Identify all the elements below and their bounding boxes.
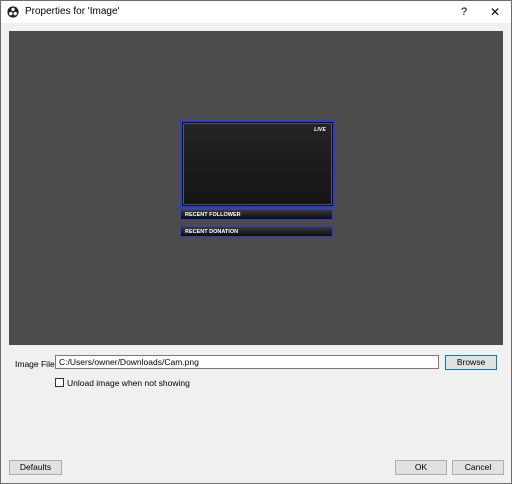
close-button[interactable]: ✕ — [483, 2, 507, 22]
image-file-label: Image File — [15, 359, 55, 369]
unload-image-checkbox-label[interactable]: Unload image when not showing — [67, 378, 190, 388]
image-preview: LIVE RECENT FOLLOWER RECENT DONATION — [9, 31, 503, 345]
recent-donation-bar: RECENT DONATION — [180, 226, 333, 237]
ok-button[interactable]: OK — [395, 460, 447, 475]
obs-app-icon — [7, 6, 19, 18]
title-bar: Properties for 'Image' ? ✕ — [1, 1, 511, 23]
window-title: Properties for 'Image' — [25, 6, 120, 17]
cam-overlay-inner: LIVE — [183, 123, 332, 205]
help-button[interactable]: ? — [453, 2, 475, 22]
browse-button[interactable]: Browse — [445, 355, 497, 370]
recent-follower-bar: RECENT FOLLOWER — [180, 209, 333, 220]
defaults-button[interactable]: Defaults — [9, 460, 62, 475]
live-badge: LIVE — [314, 127, 326, 133]
image-file-input[interactable] — [55, 355, 439, 369]
cam-overlay-frame: LIVE — [180, 120, 335, 208]
properties-window: Properties for 'Image' ? ✕ LIVE RECENT F… — [0, 0, 512, 484]
unload-image-checkbox[interactable] — [55, 378, 64, 387]
cancel-button[interactable]: Cancel — [452, 460, 504, 475]
